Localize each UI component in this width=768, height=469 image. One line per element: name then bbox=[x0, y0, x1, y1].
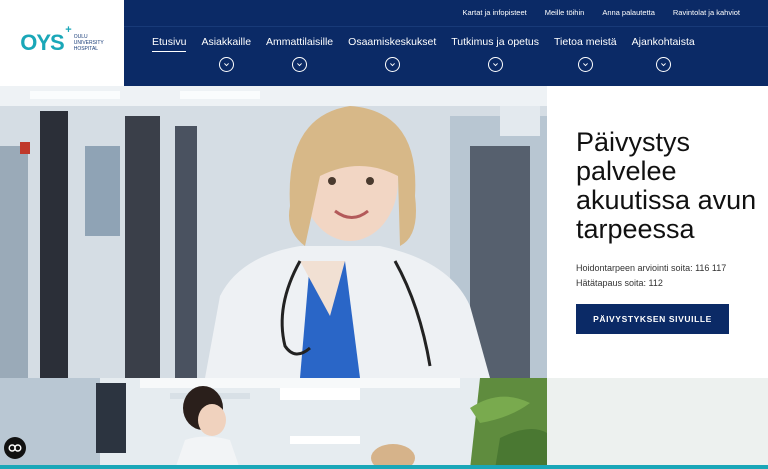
lower-right-panel bbox=[547, 378, 768, 469]
lower-photo-illustration bbox=[0, 378, 547, 469]
hero-title: Päivystys palvelee akuutissa avun tarpee… bbox=[576, 127, 757, 244]
nav-item-tutkimus-ja-opetus[interactable]: Tutkimus ja opetus bbox=[451, 36, 539, 72]
nav-label[interactable]: Etusivu bbox=[152, 36, 187, 52]
nav-label[interactable]: Osaamiskeskukset bbox=[348, 36, 436, 51]
utility-nav: Kartat ja infopisteet Meille töihin Anna… bbox=[463, 8, 741, 17]
hero-info-emergency: Hätätapaus soita: 112 bbox=[576, 278, 663, 288]
chevron-down-icon[interactable] bbox=[655, 57, 671, 72]
header-divider bbox=[124, 26, 768, 27]
nav-item-etusivu[interactable]: Etusivu bbox=[152, 36, 187, 72]
logo-subtitle: OULU UNIVERSITY HOSPITAL bbox=[73, 34, 104, 52]
logo-area[interactable]: OYS + OULU UNIVERSITY HOSPITAL bbox=[0, 0, 124, 86]
chevron-down-icon[interactable] bbox=[577, 57, 593, 72]
nav-label[interactable]: Asiakkaille bbox=[201, 36, 251, 51]
utility-link-feedback[interactable]: Anna palautetta bbox=[602, 8, 655, 17]
utility-link-restaurants[interactable]: Ravintolat ja kahviot bbox=[673, 8, 740, 17]
chevron-down-icon[interactable] bbox=[292, 57, 308, 72]
hero-photo-illustration bbox=[0, 86, 547, 378]
chevron-down-icon[interactable] bbox=[487, 57, 503, 72]
lower-image bbox=[0, 378, 547, 469]
nav-item-asiakkaille[interactable]: Asiakkaille bbox=[201, 36, 251, 72]
utility-link-maps[interactable]: Kartat ja infopisteet bbox=[463, 8, 527, 17]
nav-item-osaamiskeskukset[interactable]: Osaamiskeskukset bbox=[348, 36, 436, 72]
nav-label[interactable]: Tutkimus ja opetus bbox=[451, 36, 539, 51]
nav-label[interactable]: Tietoa meistä bbox=[554, 36, 617, 51]
site-header: Kartat ja infopisteet Meille töihin Anna… bbox=[124, 0, 768, 86]
nav-item-ajankohtaista[interactable]: Ajankohtaista bbox=[632, 36, 695, 72]
hero-panel: Päivystys palvelee akuutissa avun tarpee… bbox=[547, 86, 768, 378]
nav-item-ammattilaisille[interactable]: Ammattilaisille bbox=[266, 36, 333, 72]
hero-info-assessment: Hoidontarpeen arviointi soita: 116 117 bbox=[576, 263, 727, 273]
utility-link-jobs[interactable]: Meille töihin bbox=[545, 8, 585, 17]
main-nav: Etusivu Asiakkaille Ammattilaisille Osaa… bbox=[152, 36, 710, 72]
cookie-glyph bbox=[8, 444, 22, 452]
chevron-down-icon[interactable] bbox=[218, 57, 234, 72]
bottom-accent-bar bbox=[0, 465, 768, 469]
emergency-pages-button[interactable]: PÄIVYSTYKSEN SIVUILLE bbox=[576, 304, 729, 334]
hero-image bbox=[0, 86, 547, 378]
nav-label[interactable]: Ammattilaisille bbox=[266, 36, 333, 51]
logo-mark: OYS + bbox=[20, 24, 72, 55]
chevron-down-icon[interactable] bbox=[384, 57, 400, 72]
oys-logo[interactable]: OYS + OULU UNIVERSITY HOSPITAL bbox=[20, 24, 104, 56]
nav-label[interactable]: Ajankohtaista bbox=[632, 36, 695, 51]
nav-item-tietoa-meista[interactable]: Tietoa meistä bbox=[554, 36, 617, 72]
cookie-settings-icon[interactable] bbox=[4, 437, 26, 459]
